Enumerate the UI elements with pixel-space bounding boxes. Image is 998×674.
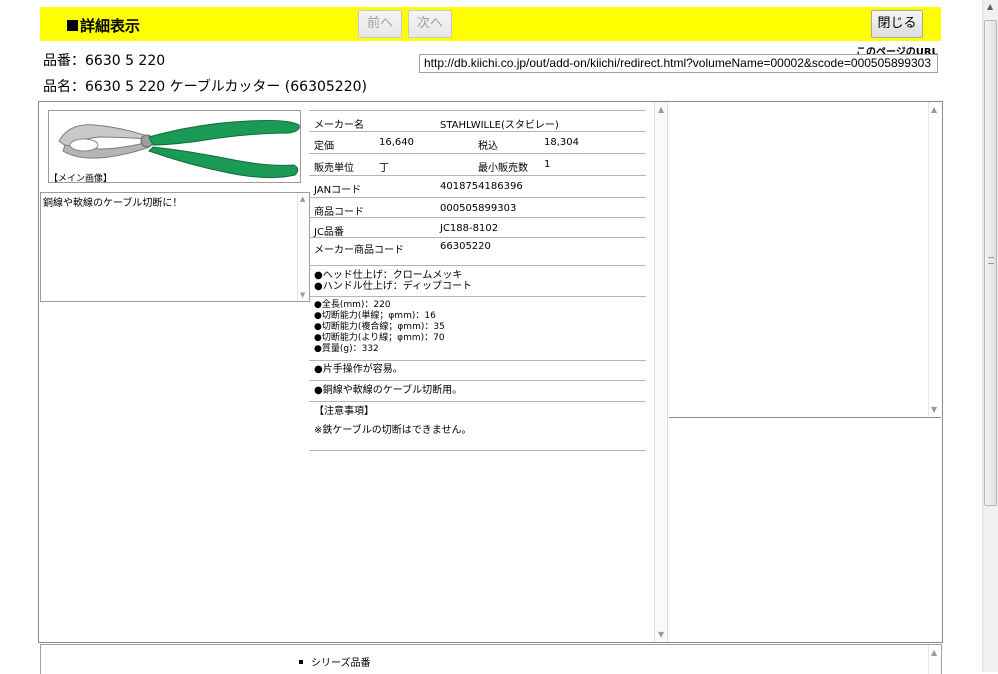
close-button[interactable]: 閉じる [871,10,923,38]
scroll-up-icon[interactable]: ▲ [658,105,664,114]
scroll-up-icon[interactable]: ▲ [987,2,993,11]
page-scrollbar[interactable]: ▲ [982,0,998,672]
next-button[interactable]: 次へ [408,10,452,38]
grip-icon [988,257,994,264]
product-code: 品番：6630 5 220 [43,53,166,69]
scroll-down-icon[interactable]: ▼ [300,291,305,299]
feature-block-1: ●片手操作が容易。 [309,361,646,381]
spec-row-maker: メーカー名 STAHLWILLE(スタビレー) [309,110,646,132]
spec-row-maker-code: メーカー商品コード 66305220 [309,238,646,266]
spec-table: メーカー名 STAHLWILLE(スタビレー) 定価 16,640 税込 18,… [309,110,646,451]
notes-block: 【注意事項】 ※鉄ケーブルの切断はできません。 [309,402,646,451]
scroll-up-icon[interactable]: ▲ [931,648,937,657]
description-text: 銅線や軟線のケーブル切断に！ [43,198,183,209]
scroll-up-icon[interactable]: ▲ [931,105,937,114]
page-url-field[interactable]: http://db.kiichi.co.jp/out/add-on/kiichi… [419,54,938,73]
series-panel: シリーズ品番 ▲ [40,644,942,674]
header-bar: 詳細表示 前へ 次へ 閉じる [40,7,941,41]
scroll-down-icon[interactable]: ▼ [658,630,664,639]
description-scrollbar[interactable]: ▲ ▼ [297,193,309,301]
detail-panel: 【メイン画像】 銅線や軟線のケーブル切断に！ ▲ ▼ メーカー名 STAHLWI… [38,101,943,643]
series-scrollbar[interactable]: ▲ [928,645,941,674]
scroll-up-icon[interactable]: ▲ [300,195,305,203]
spec-scrollbar[interactable]: ▲ ▼ [654,102,668,642]
spec-row-jan: JANコード 4018754186396 [309,176,646,198]
spec-row-unit: 販売単位 丁 最小販売数 1 [309,154,646,176]
spec-row-jc: JC品番 JC188-8102 [309,218,646,238]
right-top-frame: ▲ ▼ [669,102,941,418]
series-label: シリーズ品番 [299,654,371,669]
spec-row-price: 定価 16,640 税込 18,304 [309,132,646,154]
description-box[interactable]: 銅線や軟線のケーブル切断に！ ▲ ▼ [40,192,310,302]
spec-row-product-code: 商品コード 000505899303 [309,198,646,218]
product-name: 品名：6630 5 220 ケーブルカッター (66305220) [43,79,367,95]
feature-block-2: ●銅線や軟線のケーブル切断用。 [309,381,646,402]
scrollbar-thumb[interactable] [984,20,997,506]
prev-button[interactable]: 前へ [358,10,402,38]
right-frame-scrollbar[interactable]: ▲ ▼ [928,102,941,417]
finish-block: ●ヘッド仕上げ：クロームメッキ ●ハンドル仕上げ：ディップコート [309,266,646,297]
image-caption: 【メイン画像】 [49,174,113,184]
dimensions-block: ●全長(mm)：220 ●切断能力(単線；φmm)：16 ●切断能力(複合線；φ… [309,297,646,361]
square-icon [67,20,78,31]
scroll-down-icon[interactable]: ▼ [931,405,937,414]
page-title: 詳細表示 [67,15,140,36]
bullet-icon [299,660,303,664]
